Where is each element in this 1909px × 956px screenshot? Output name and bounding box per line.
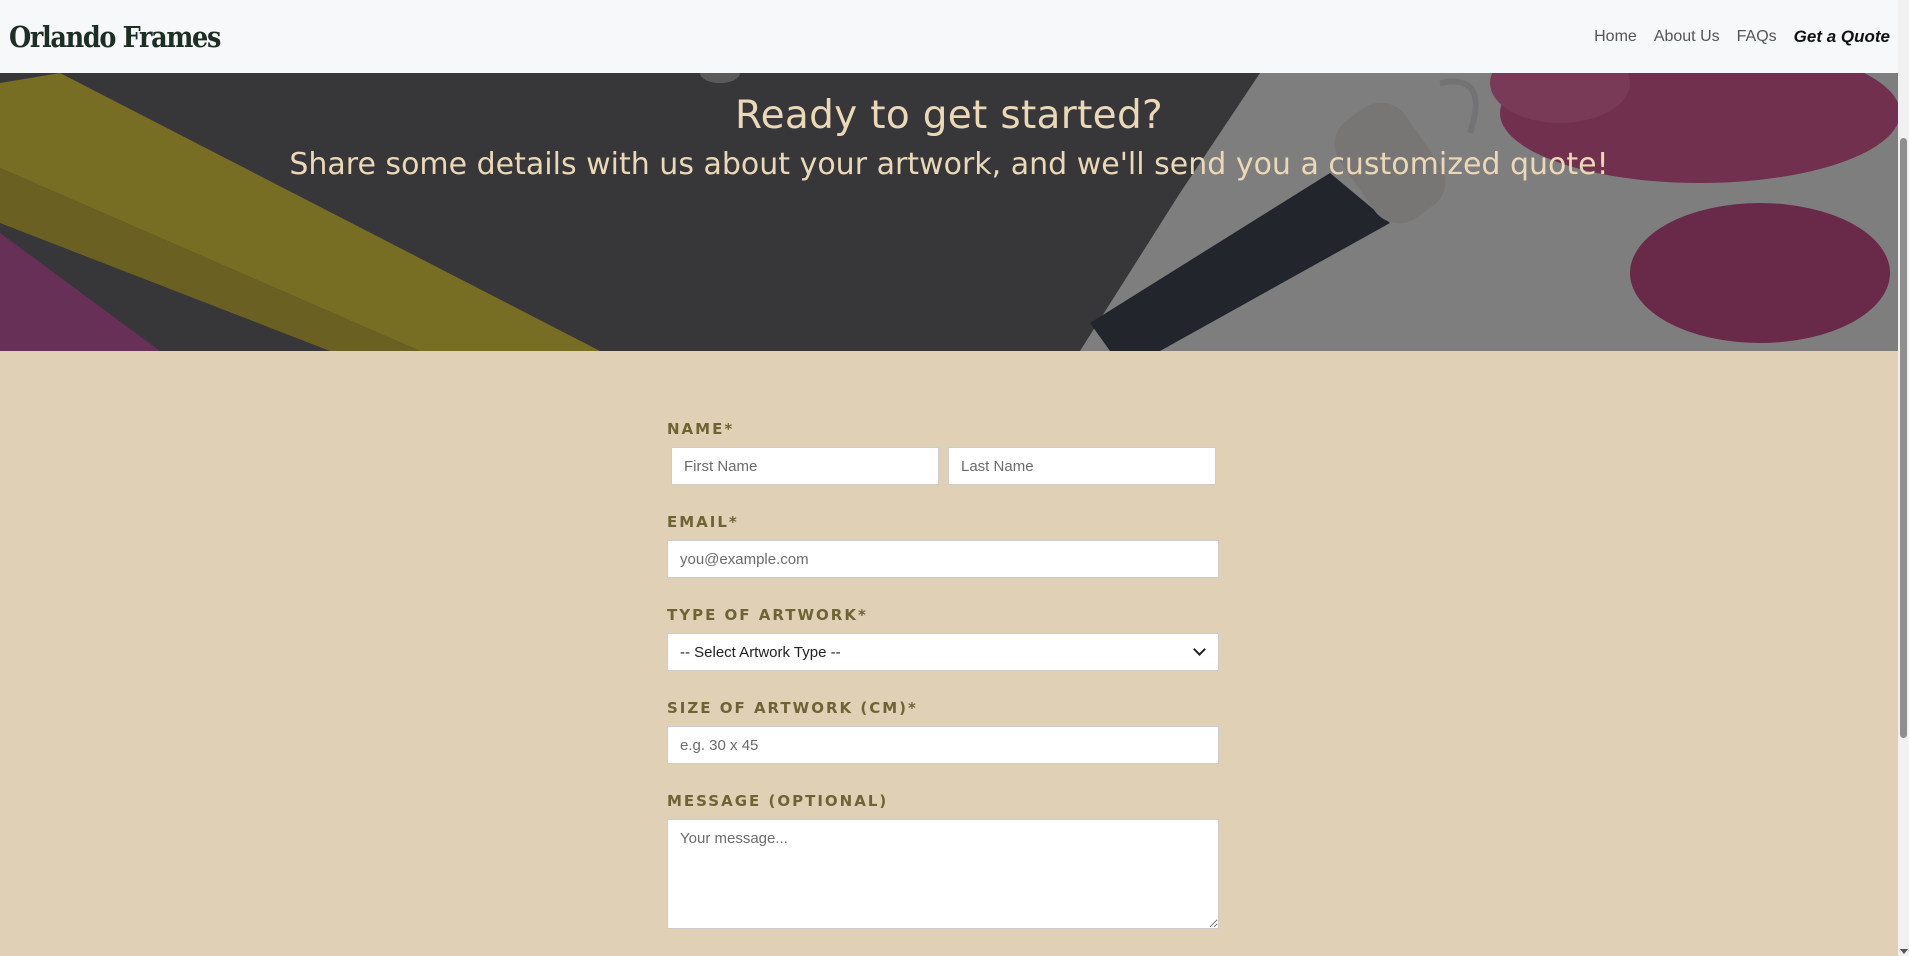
email-input[interactable]: [667, 540, 1219, 578]
size-input[interactable]: [667, 726, 1219, 764]
first-name-input[interactable]: [671, 447, 939, 485]
message-group: MESSAGE (OPTIONAL): [667, 792, 1219, 929]
quote-form: NAME* EMAIL* TYPE OF ARTWORK* -- Select …: [667, 420, 1219, 929]
hero-subtitle: Share some details with us about your ar…: [289, 147, 1609, 182]
artwork-type-group: TYPE OF ARTWORK* -- Select Artwork Type …: [667, 606, 1219, 671]
chevron-down-icon: [1193, 643, 1206, 656]
scrollbar-thumb[interactable]: [1900, 138, 1907, 738]
artwork-type-select[interactable]: -- Select Artwork Type --: [667, 633, 1219, 671]
artwork-type-selected-value: -- Select Artwork Type --: [680, 643, 841, 661]
nav-get-quote-link[interactable]: Get a Quote: [1794, 27, 1890, 47]
name-label: NAME*: [667, 420, 735, 438]
nav-about-link[interactable]: About Us: [1654, 28, 1720, 46]
site-header: Orlando Frames Home About Us FAQs Get a …: [0, 0, 1898, 73]
message-textarea[interactable]: [667, 819, 1219, 929]
hero-banner: Ready to get started? Share some details…: [0, 73, 1898, 351]
size-label: SIZE OF ARTWORK (CM)*: [667, 699, 918, 717]
email-group: EMAIL*: [667, 513, 1219, 578]
page-scrollbar[interactable]: [1898, 0, 1909, 956]
nav-home-link[interactable]: Home: [1594, 28, 1637, 46]
name-group: NAME*: [667, 420, 1219, 485]
email-label: EMAIL*: [667, 513, 739, 531]
last-name-input[interactable]: [948, 447, 1216, 485]
size-group: SIZE OF ARTWORK (CM)*: [667, 699, 1219, 764]
logo[interactable]: Orlando Frames: [9, 20, 221, 54]
scroll-down-arrow-icon[interactable]: [1900, 949, 1908, 954]
hero-title: Ready to get started?: [734, 93, 1164, 138]
artwork-type-label: TYPE OF ARTWORK*: [667, 606, 868, 624]
message-label: MESSAGE (OPTIONAL): [667, 792, 889, 810]
main-nav: Home About Us FAQs Get a Quote: [1594, 27, 1890, 47]
nav-faqs-link[interactable]: FAQs: [1737, 28, 1777, 46]
